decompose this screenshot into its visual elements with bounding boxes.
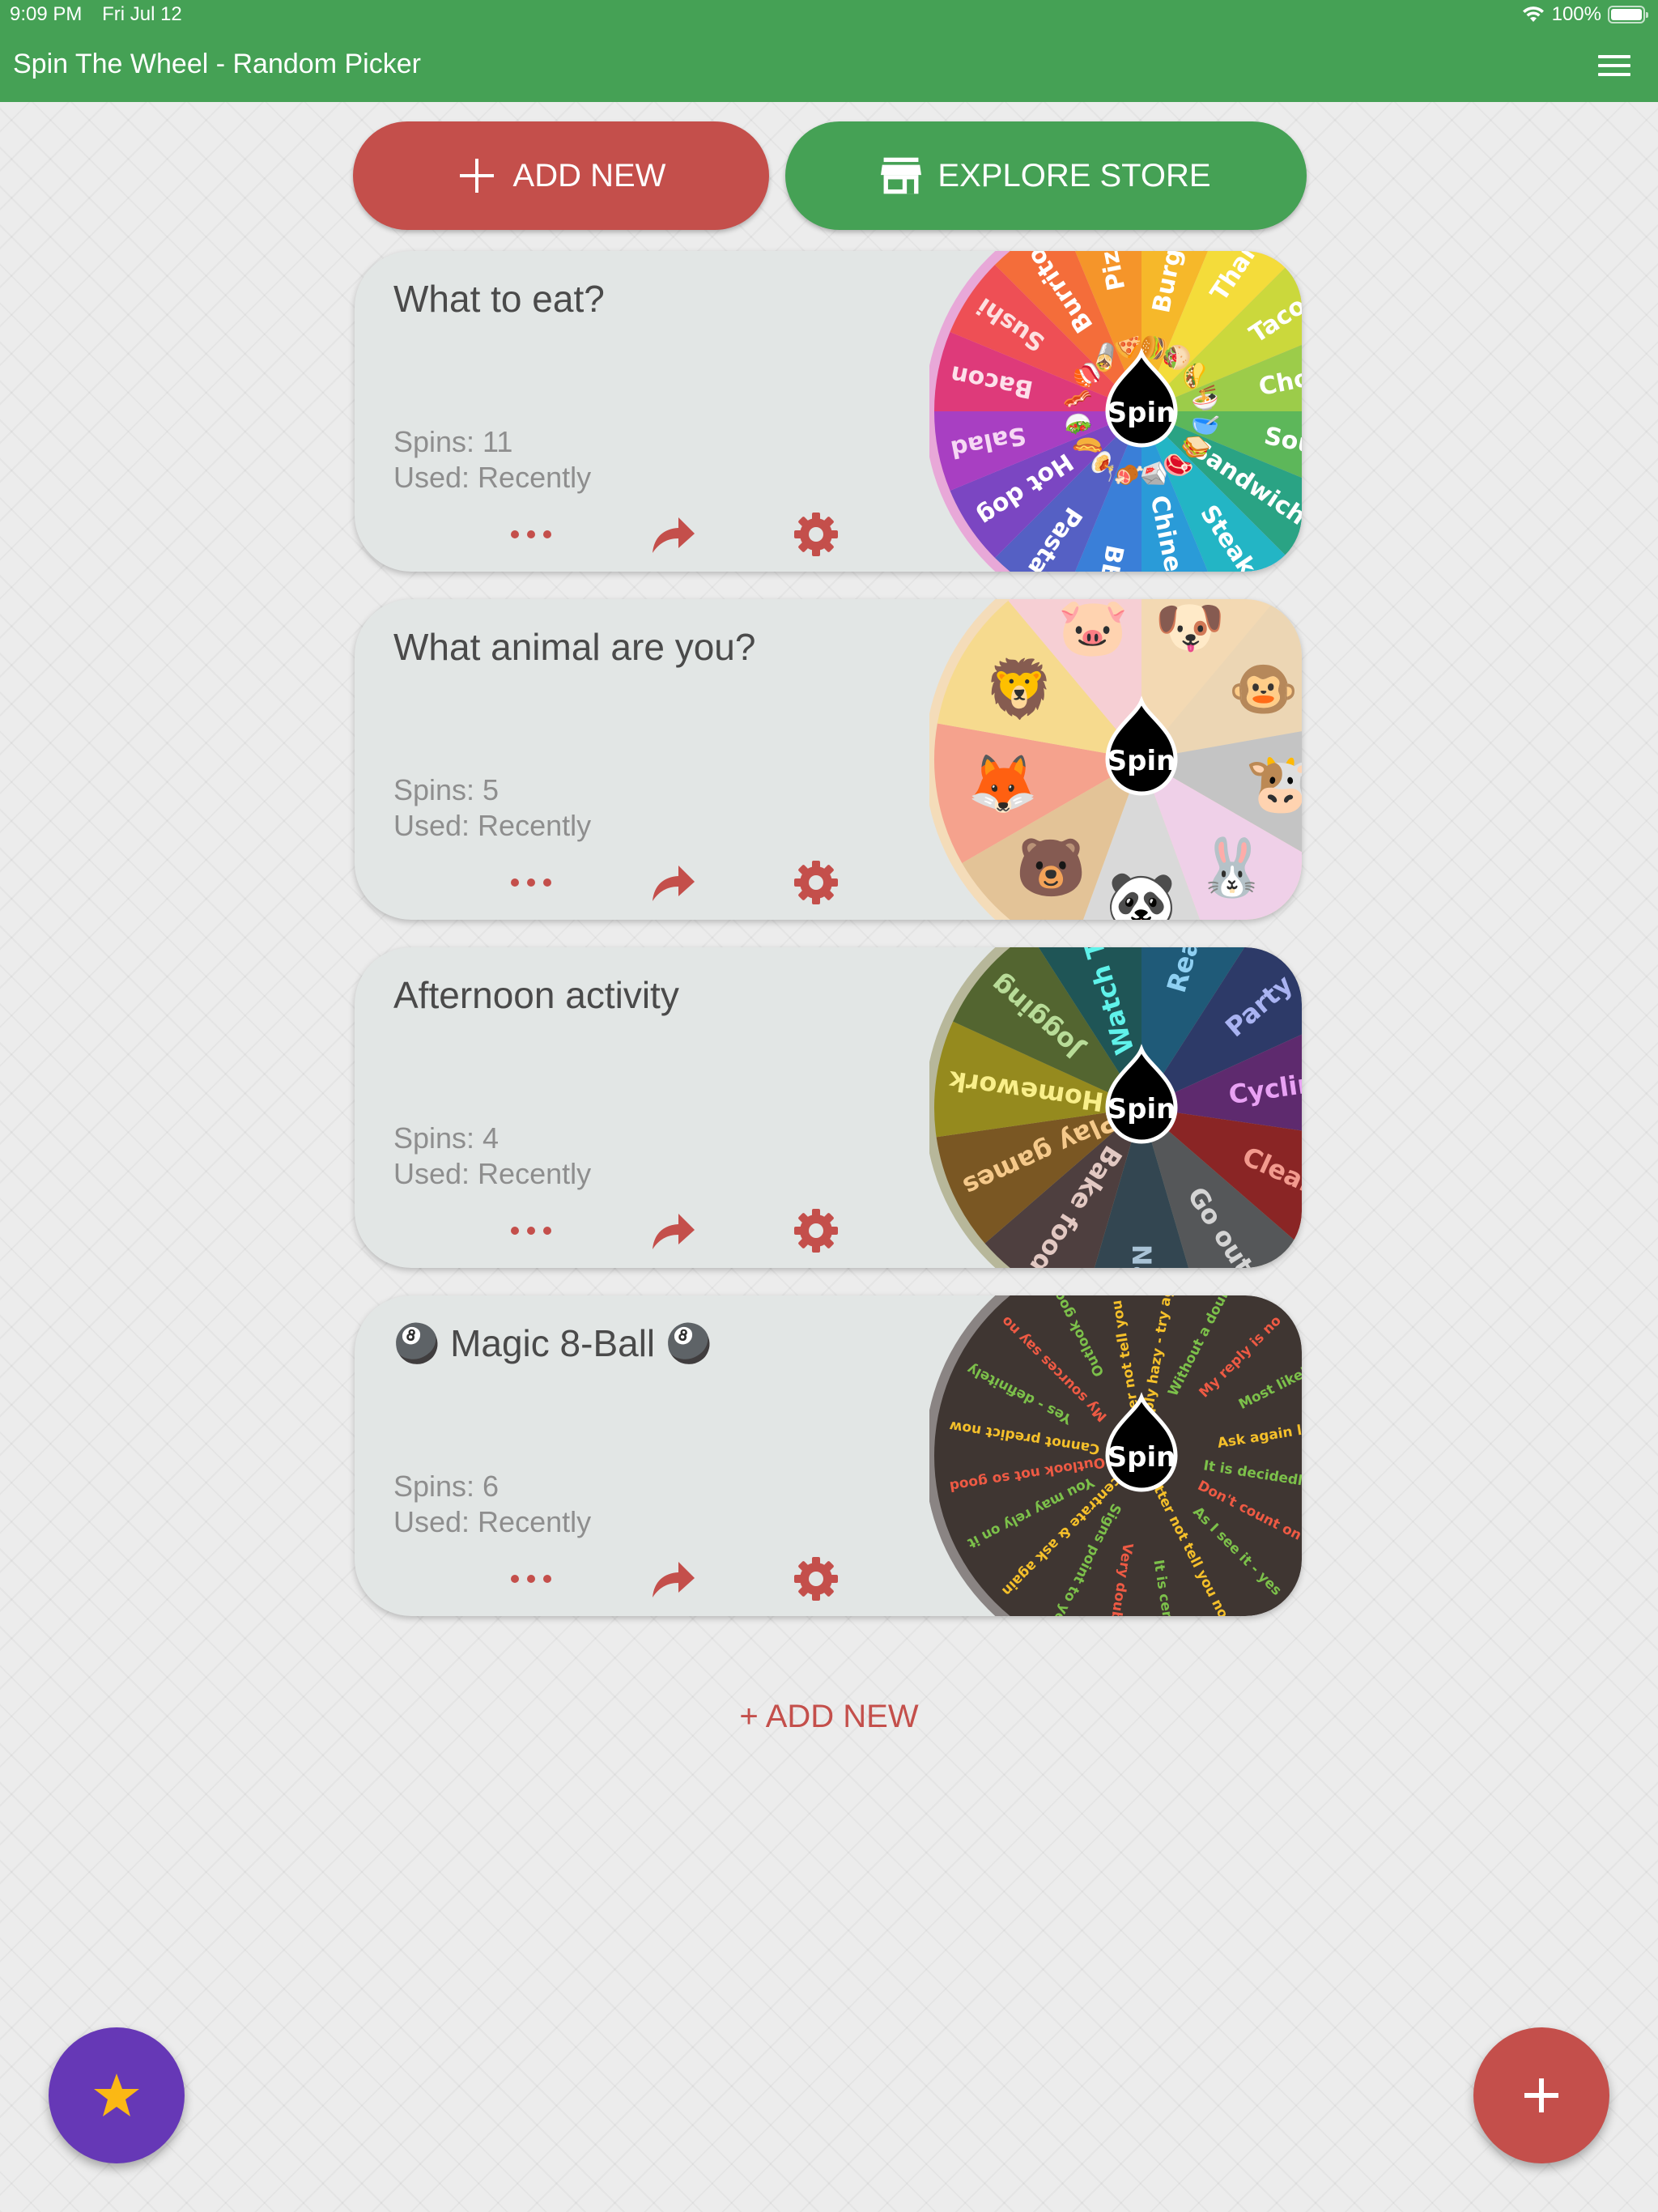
top-actions: ADD NEW EXPLORE STORE <box>353 121 1307 230</box>
status-time: 9:09 PM <box>10 3 83 25</box>
wheel-settings-button[interactable] <box>745 858 887 907</box>
wheel-graphic: Reply hazy - try againWithout a doubtMy … <box>929 1295 1302 1616</box>
last-used: Used: Recently <box>393 1505 592 1538</box>
more-dots-icon <box>511 530 551 538</box>
wheel-preview[interactable]: ReadPartyCyclingCleanGo outNapBake foodP… <box>929 947 1302 1268</box>
star-icon <box>94 2074 139 2116</box>
wheel-settings-button[interactable] <box>745 1206 887 1255</box>
add-new-button[interactable]: ADD NEW <box>353 121 769 230</box>
spin-label: Spin <box>1107 745 1176 777</box>
share-button[interactable] <box>602 1206 745 1255</box>
explore-store-button[interactable]: EXPLORE STORE <box>785 121 1307 230</box>
8-ball-icon: 🎱 <box>665 1322 712 1364</box>
spin-label: Spin <box>1107 1441 1176 1474</box>
wheel-card[interactable]: 🎱 Magic 8-Ball 🎱 Spins: 6 Used: Recently <box>355 1295 1302 1616</box>
more-options-button[interactable] <box>460 1555 602 1603</box>
share-arrow-icon <box>653 866 695 901</box>
share-button[interactable] <box>602 510 745 559</box>
wheel-card[interactable]: Afternoon activity Spins: 4 Used: Recent… <box>355 947 1302 1268</box>
hamburger-menu-button[interactable] <box>1598 55 1630 78</box>
card-actions <box>460 858 887 907</box>
wheel-preview[interactable]: Burger 🍔 Thai 🥙 Taco 🌮 Chow 🍜 Soup 🥣 Sandwich 🥪 Stea… <box>929 251 1302 572</box>
share-arrow-icon <box>653 517 695 553</box>
wheel-title-text: What to eat? <box>393 278 605 320</box>
wheel-graphic: Burger🍔Thai🥙Taco🌮 Chow🍜Soup🥣Sandwich🥪Stea… <box>929 251 1302 572</box>
card-actions <box>460 1206 887 1255</box>
wheel-title: 🎱 Magic 8-Ball 🎱 <box>393 1321 712 1366</box>
last-used: Used: Recently <box>393 461 592 494</box>
wheel-card[interactable]: What to eat? Spins: 11 Used: Recently Bu… <box>355 251 1302 572</box>
app-header: 9:09 PM Fri Jul 12 100% Spin The Wheel -… <box>0 0 1658 102</box>
last-used: Used: Recently <box>393 1157 592 1190</box>
add-new-label: ADD NEW <box>512 157 666 194</box>
share-arrow-icon <box>653 1214 695 1249</box>
status-date: Fri Jul 12 <box>102 3 182 25</box>
wheel-graphic: ReadPartyCyclingCleanGo outNapBake foodP… <box>929 947 1302 1268</box>
card-actions <box>460 510 887 559</box>
more-options-button[interactable] <box>460 858 602 907</box>
spin-label: Spin <box>1107 1093 1176 1125</box>
status-bar-right: 100% <box>1521 3 1648 26</box>
status-bar-left: 9:09 PM Fri Jul 12 <box>10 3 197 26</box>
wifi-icon <box>1522 6 1544 22</box>
wheel-preview[interactable]: Reply hazy - try again Without a doubt My … <box>929 1295 1302 1616</box>
wheel-settings-button[interactable] <box>745 1555 887 1603</box>
animal-emoji: 🐼 <box>1106 868 1177 920</box>
gear-icon <box>794 861 838 904</box>
plus-icon <box>1524 2078 1558 2112</box>
store-icon <box>881 155 922 196</box>
animal-emoji: 🐻 <box>1016 833 1086 900</box>
add-wheel-fab[interactable] <box>1473 2027 1609 2163</box>
more-options-button[interactable] <box>460 510 602 559</box>
spin-label: Spin <box>1107 397 1176 429</box>
wheel-meta: Spins: 4 Used: Recently <box>393 1121 591 1192</box>
gear-icon <box>794 1209 838 1253</box>
battery-icon <box>1608 6 1648 23</box>
share-button[interactable] <box>602 1555 745 1603</box>
plus-icon <box>457 155 497 196</box>
app-title: Spin The Wheel - Random Picker <box>13 49 421 79</box>
more-options-button[interactable] <box>460 1206 602 1255</box>
card-actions <box>460 1555 887 1603</box>
wheel-preview[interactable]: 🐶 🐵 🐮 🐰 🐼 🐻 🦊 🦁 🐷 Spin <box>929 599 1302 920</box>
animal-emoji: 🐮 <box>1245 752 1302 815</box>
animal-emoji: 🐵 <box>1228 657 1299 721</box>
8-ball-icon: 🎱 <box>393 1322 440 1364</box>
share-arrow-icon <box>653 1562 695 1597</box>
add-new-link[interactable]: + ADD NEW <box>0 1699 1658 1735</box>
last-used: Used: Recently <box>393 809 592 842</box>
wheel-title-text: Afternoon activity <box>393 974 679 1016</box>
wheel-title: Afternoon activity <box>393 973 679 1017</box>
gear-icon <box>794 513 838 556</box>
wheel-settings-button[interactable] <box>745 510 887 559</box>
wheel-card[interactable]: What animal are you? Spins: 5 Used: Rece… <box>355 599 1302 920</box>
animal-emoji: 🐰 <box>1197 835 1267 900</box>
more-dots-icon <box>511 1575 551 1583</box>
wheel-title-text: What animal are you? <box>393 626 756 668</box>
spin-count: Spins: 6 <box>393 1470 500 1503</box>
wheel-title-text: Magic 8-Ball <box>450 1322 656 1364</box>
animal-emoji: 🐶 <box>1154 599 1225 658</box>
gear-icon <box>794 1557 838 1601</box>
spin-count: Spins: 11 <box>393 425 513 458</box>
spin-count: Spins: 5 <box>393 773 500 806</box>
wheel-meta: Spins: 11 Used: Recently <box>393 424 591 496</box>
animal-emoji: 🦊 <box>967 752 1038 815</box>
share-button[interactable] <box>602 858 745 907</box>
spin-count: Spins: 4 <box>393 1121 500 1155</box>
segment-label: Nap <box>1126 1244 1157 1268</box>
battery-percent: 100% <box>1551 3 1601 25</box>
explore-store-label: EXPLORE STORE <box>937 157 1211 194</box>
animal-emoji: 🐷 <box>1058 599 1129 659</box>
favorites-fab[interactable] <box>49 2027 185 2163</box>
wheel-title: What animal are you? <box>393 625 755 669</box>
more-dots-icon <box>511 878 551 887</box>
animal-emoji: 🦁 <box>984 657 1055 721</box>
wheel-title: What to eat? <box>393 277 605 321</box>
wheel-graphic: 🐶🐵 🐮 🐰 🐼 🐻 🦊 🦁🐷 Spin <box>929 599 1302 920</box>
wheel-meta: Spins: 6 Used: Recently <box>393 1469 591 1540</box>
hamburger-menu-icon <box>1598 55 1630 76</box>
more-dots-icon <box>511 1227 551 1235</box>
wheel-meta: Spins: 5 Used: Recently <box>393 772 591 844</box>
